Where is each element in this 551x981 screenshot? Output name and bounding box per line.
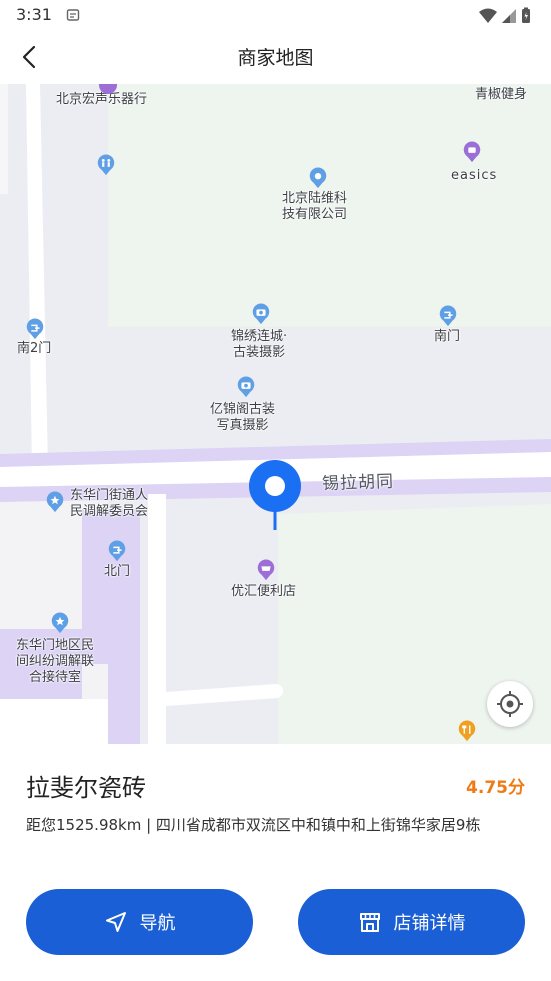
convenience-store-icon xyxy=(257,559,275,581)
signal-icon xyxy=(502,8,516,23)
poi-donghuamen-dq-label[interactable]: 东华门地区民 间纠纷调解联 合接待室 xyxy=(16,638,94,686)
gate-icon xyxy=(26,318,44,340)
poi-nan2men-label[interactable]: 南2门 xyxy=(17,341,51,357)
toilet-icon[interactable] xyxy=(95,154,117,176)
navigate-button[interactable]: 导航 xyxy=(26,889,253,955)
poi-luwei-text: 北京陆维科 技有限公司 xyxy=(282,191,348,222)
camera-icon xyxy=(252,303,270,325)
camera-icon xyxy=(237,376,255,398)
status-icons xyxy=(479,7,531,24)
status-time: 3:31 xyxy=(16,5,52,24)
shopping-icon xyxy=(463,141,481,163)
poi-qingjiao-label[interactable]: 青椒健身 xyxy=(475,87,527,103)
poi-jinxiu-label[interactable]: 锦绣连城· 古装摄影 xyxy=(231,329,287,361)
shop-address: 距您1525.98km | 四川省成都市双流区中和镇中和上街锦华家居9栋 xyxy=(26,816,481,834)
poi-nanmen-label[interactable]: 南门 xyxy=(434,329,460,345)
poi-yijin-label[interactable]: 亿锦阁古装 写真摄影 xyxy=(210,402,275,434)
map-marker-icon xyxy=(249,460,301,530)
poi-donghuamen-jd-text: 东华门街通人 民调解委员会 xyxy=(70,488,149,519)
locate-crosshair-icon xyxy=(497,691,523,717)
header: 商家地图 xyxy=(0,30,551,84)
navigation-arrow-icon xyxy=(105,912,126,932)
poi-youhui-label[interactable]: 优汇便利店 xyxy=(231,584,296,600)
poi-luwei-label[interactable]: 北京陆维科 技有限公司 xyxy=(282,191,347,223)
poi-yijin-text: 亿锦阁古装 写真摄影 xyxy=(210,402,276,433)
location-pin-icon xyxy=(309,167,327,189)
street-label: 锡拉胡同 xyxy=(321,471,395,495)
government-icon xyxy=(46,491,64,513)
shop-icon xyxy=(99,84,117,94)
poi-beimen-label[interactable]: 北门 xyxy=(104,564,130,580)
government-icon xyxy=(51,612,69,634)
gate-icon xyxy=(108,540,126,562)
page-title: 商家地图 xyxy=(237,47,314,69)
poi-donghuamen-jd-label[interactable]: 东华门街通人 民调解委员会 xyxy=(70,488,148,520)
wifi-icon xyxy=(479,8,497,23)
status-bar: 3:31 xyxy=(0,0,551,30)
shop-rating: 4.75分 xyxy=(466,778,525,798)
poi-donghuamen-dq-text: 东华门地区民 间纠纷调解联 合接待室 xyxy=(16,638,95,685)
merchant-map[interactable]: 北京宏声乐器行 青椒健身 北京陆维科 技有限公司 easics 南2门 锦绣连城… xyxy=(0,84,551,744)
shop-detail-button[interactable]: 店铺详情 xyxy=(298,889,525,955)
locate-button[interactable] xyxy=(487,681,533,727)
notification-icon xyxy=(66,9,80,21)
poi-easics-label[interactable]: easics xyxy=(451,168,497,184)
shop-name: 拉斐尔瓷砖 xyxy=(26,774,146,802)
storefront-icon xyxy=(359,913,380,932)
poi-jinxiu-text: 锦绣连城· 古装摄影 xyxy=(231,329,288,360)
shop-detail-label: 店铺详情 xyxy=(393,913,466,934)
restaurant-icon[interactable] xyxy=(456,720,478,742)
battery-icon xyxy=(522,7,530,23)
gate-icon xyxy=(439,305,457,327)
navigate-label: 导航 xyxy=(139,913,176,934)
